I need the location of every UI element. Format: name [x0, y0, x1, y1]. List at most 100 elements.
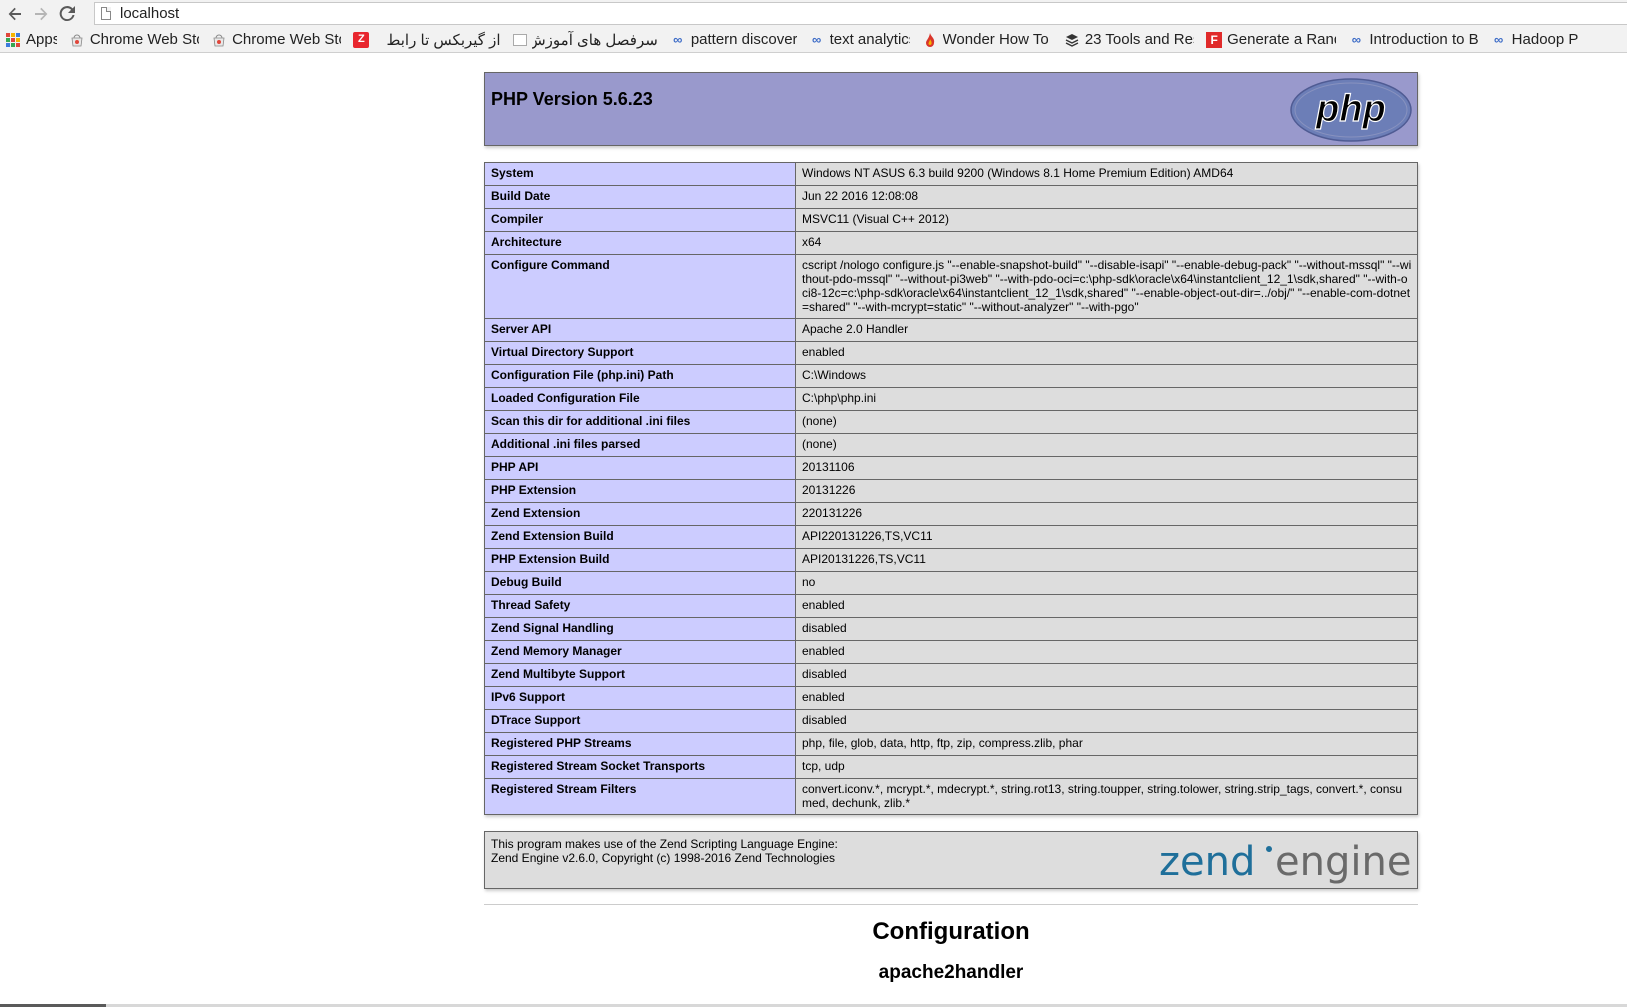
stack-icon — [1064, 32, 1080, 48]
info-value-cell: no — [795, 571, 1418, 595]
info-value-cell: 220131226 — [795, 502, 1418, 526]
table-row: Zend Signal Handling disabled — [484, 617, 1418, 641]
bookmark-item[interactable]: ∞ text analytics — [809, 31, 910, 48]
table-row: Thread Safety enabled — [484, 594, 1418, 618]
bookmark-item[interactable]: ∞ pattern discovery — [670, 31, 797, 48]
info-value-cell: Jun 22 2016 12:08:08 — [795, 185, 1418, 209]
flame-icon — [922, 32, 938, 48]
bookmark-label: از گیربکس تا رابط — [386, 31, 501, 49]
info-value-cell: MSVC11 (Visual C++ 2012) — [795, 208, 1418, 232]
address-bar[interactable]: localhost — [94, 2, 1627, 25]
chrome-store-icon — [69, 32, 85, 48]
table-row: PHP Extension 20131226 — [484, 479, 1418, 503]
horizontal-rule — [484, 904, 1418, 905]
table-row: Virtual Directory Support enabled — [484, 341, 1418, 365]
info-value-cell: enabled — [795, 341, 1418, 365]
bookmark-label: Chrome Web Store — [89, 31, 199, 48]
bookmark-item[interactable]: Chrome Web Store — [69, 31, 199, 48]
bookmark-item[interactable]: ∞ Introduction to Big Data — [1348, 31, 1479, 48]
bookmark-item[interactable]: 23 Tools and Resources — [1064, 31, 1194, 48]
bookmark-label: Wonder How To — [942, 31, 1049, 48]
info-key-cell: Registered Stream Filters — [484, 778, 796, 815]
php-version-title: PHP Version 5.6.23 — [491, 89, 653, 109]
bookmark-label: Generate a Random — [1227, 31, 1336, 48]
table-row: Scan this dir for additional .ini files(… — [484, 410, 1418, 434]
bookmark-label: سرفصل های آموزش — [531, 31, 658, 49]
table-row: IPv6 Support enabled — [484, 686, 1418, 710]
php-info-table: System Windows NT ASUS 6.3 build 9200 (Wi… — [484, 162, 1418, 815]
info-value-cell: disabled — [795, 709, 1418, 733]
info-key-cell: Compiler — [484, 208, 796, 232]
info-value-cell: tcp, udp — [795, 755, 1418, 779]
info-key-cell: DTrace Support — [484, 709, 796, 733]
info-key-cell: PHP Extension — [484, 479, 796, 503]
info-value-cell: Apache 2.0 Handler — [795, 318, 1418, 342]
bookmark-item[interactable]: Wonder How To — [922, 31, 1052, 48]
bookmarks-bar: Apps Chrome Web Store Chrome Web Store Z… — [0, 27, 1627, 53]
info-key-cell: Configure Command — [484, 254, 796, 319]
info-value-cell: enabled — [795, 640, 1418, 664]
info-key-cell: PHP API — [484, 456, 796, 480]
info-value-cell: 20131106 — [795, 456, 1418, 480]
info-key-cell: Zend Extension Build — [484, 525, 796, 549]
reload-icon — [59, 5, 75, 21]
bookmark-item[interactable]: ∞ Hadoop P — [1491, 31, 1621, 48]
info-key-cell: IPv6 Support — [484, 686, 796, 710]
info-key-cell: Server API — [484, 318, 796, 342]
info-key-cell: Additional .ini files parsed — [484, 433, 796, 457]
table-row: DTrace Support disabled — [484, 709, 1418, 733]
info-key-cell: Loaded Configuration File — [484, 387, 796, 411]
table-row: Registered Stream Socket Transports tcp, … — [484, 755, 1418, 779]
php-logo-text: php — [1315, 88, 1386, 130]
info-key-cell: Zend Multibyte Support — [484, 663, 796, 687]
back-button[interactable] — [4, 3, 26, 25]
info-value-cell: disabled — [795, 617, 1418, 641]
zend-engine-logo: zend engine — [1159, 839, 1411, 885]
info-value-cell: cscript /nologo configure.js "--enable-s… — [795, 254, 1418, 319]
link-icon: ∞ — [1494, 32, 1504, 47]
table-row: Loaded Configuration File C:\php\php.ini — [484, 387, 1418, 411]
browser-toolbar: localhost — [0, 0, 1627, 27]
bookmark-label: Introduction to Big Data — [1369, 31, 1479, 48]
bookmark-item[interactable]: Chrome Web Store — [211, 31, 341, 48]
reload-button[interactable] — [56, 3, 78, 25]
table-row: Architecture x64 — [484, 231, 1418, 255]
info-value-cell: x64 — [795, 231, 1418, 255]
link-icon: ∞ — [673, 32, 683, 47]
info-value-cell: enabled — [795, 686, 1418, 710]
info-key-cell: PHP Extension Build — [484, 548, 796, 572]
info-key-cell: Architecture — [484, 231, 796, 255]
info-key-cell: Virtual Directory Support — [484, 341, 796, 365]
bookmark-item[interactable]: Z از گیربکس تا رابط — [353, 31, 501, 49]
address-bar-url: localhost — [120, 5, 180, 22]
apache2handler-heading: apache2handler — [878, 962, 1024, 983]
forward-button[interactable] — [30, 3, 52, 25]
info-key-cell: Debug Build — [484, 571, 796, 595]
info-value-cell: Windows NT ASUS 6.3 build 9200 (Windows … — [795, 162, 1418, 186]
info-key-cell: Registered Stream Socket Transports — [484, 755, 796, 779]
table-row: Registered Stream Filters convert.iconv.*… — [484, 778, 1418, 815]
info-value-cell: API220131226,TS,VC11 — [795, 525, 1418, 549]
table-row: Zend Memory Manager enabled — [484, 640, 1418, 664]
info-key-cell: Configuration File (php.ini) Path — [484, 364, 796, 388]
bookmark-label: Apps — [26, 31, 57, 48]
php-version-header: PHP Version 5.6.23 php — [484, 72, 1418, 146]
info-value-cell: convert.iconv.*, mcrypt.*, mdecrypt.*, s… — [795, 778, 1418, 815]
page-icon — [101, 7, 111, 20]
bookmark-item[interactable]: سرفصل های آموزش — [512, 31, 658, 49]
info-key-cell: Zend Memory Manager — [484, 640, 796, 664]
bookmark-label: pattern discovery — [690, 31, 797, 48]
bookmark-item[interactable]: F Generate a Random — [1206, 31, 1336, 48]
table-row: Build Date Jun 22 2016 12:08:08 — [484, 185, 1418, 209]
zend-logo-word: zend — [1159, 839, 1255, 885]
bookmark-label: Hadoop P — [1511, 31, 1579, 48]
apps-grid-icon — [6, 32, 20, 47]
table-row: Zend Multibyte Support disabled — [484, 663, 1418, 687]
forward-arrow-icon — [35, 7, 48, 20]
back-arrow-icon — [8, 7, 21, 20]
info-value-cell: enabled — [795, 594, 1418, 618]
bookmark-apps[interactable]: Apps — [6, 31, 57, 48]
info-value-cell: 20131226 — [795, 479, 1418, 503]
engine-logo-word: engine — [1275, 839, 1411, 885]
info-value-cell: (none) — [795, 433, 1418, 457]
